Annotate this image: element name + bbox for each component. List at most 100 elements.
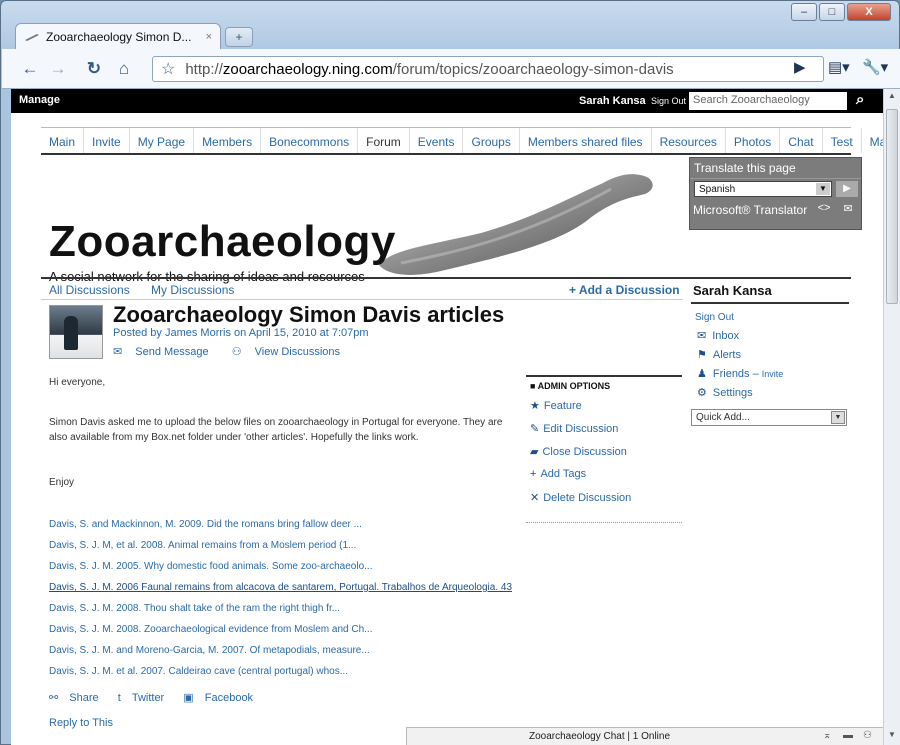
article-links: Davis, S. and Mackinnon, M. 2009. Did th… <box>49 517 512 685</box>
twitter-link[interactable]: t Twitter <box>118 692 173 704</box>
embed-code-icon[interactable]: <> <box>814 202 834 218</box>
site-title[interactable]: Zooarchaeology <box>49 217 396 267</box>
home-icon[interactable]: ⌂ <box>112 58 136 80</box>
share-link[interactable]: ⚯ Share <box>49 692 107 704</box>
browser-tab[interactable]: Zooarchaeology Simon D... × <box>15 23 221 49</box>
nav-invite[interactable]: Invite <box>84 128 130 153</box>
vertical-scrollbar[interactable]: ▲ ▼ <box>883 89 900 745</box>
delete-discussion-link[interactable]: ✕ Delete Discussion <box>530 491 678 514</box>
back-arrow-icon[interactable]: ← <box>18 58 42 80</box>
quick-add-value: Quick Add... <box>696 412 750 423</box>
reply-link[interactable]: Reply to This <box>49 717 113 729</box>
sign-out-link[interactable]: Sign Out <box>651 96 686 106</box>
article-link[interactable]: Davis, S. and Mackinnon, M. 2009. Did th… <box>49 517 512 538</box>
scrollbar-thumb[interactable] <box>886 109 898 304</box>
binoculars-icon: ⚇ <box>231 346 245 358</box>
article-link[interactable]: Davis, S. J. M, et al. 2008. Animal rema… <box>49 538 512 559</box>
bookmark-star-icon[interactable]: ☆ <box>161 59 175 79</box>
chat-window-icon[interactable]: ▬ <box>843 730 853 741</box>
quick-add-select[interactable]: Quick Add... ▼ <box>691 409 847 426</box>
chat-users-icon[interactable]: ⚇ <box>863 730 872 741</box>
minimize-chat-icon[interactable]: ⌅ <box>823 730 831 741</box>
site-search-input[interactable]: Search Zooarchaeology <box>689 92 847 110</box>
article-link[interactable]: Davis, S. J. M. 2006 Faunal remains from… <box>49 580 512 601</box>
add-tags-link[interactable]: + Add Tags <box>530 468 678 491</box>
sidebar-sign-out[interactable]: Sign Out <box>695 312 849 323</box>
nav-main[interactable]: Main <box>41 128 85 153</box>
facebook-link[interactable]: ▣ Facebook <box>183 692 261 704</box>
author-avatar[interactable] <box>49 305 103 359</box>
nav-bonecommons[interactable]: Bonecommons <box>261 128 359 153</box>
translate-go-icon[interactable]: ▶ <box>836 181 858 197</box>
article-link[interactable]: Davis, S. J. M. and Moreno-Garcia, M. 20… <box>49 643 512 664</box>
page-menu-icon[interactable]: ▤▾ <box>828 58 850 76</box>
add-discussion-link[interactable]: + Add a Discussion <box>569 283 680 297</box>
manage-link[interactable]: Manage <box>19 94 60 106</box>
bone-favicon-icon <box>25 33 39 41</box>
article-link[interactable]: Davis, S. J. M. et al. 2007. Caldeirao c… <box>49 664 512 685</box>
tab-close-icon[interactable]: × <box>206 31 212 43</box>
chat-status[interactable]: Zooarchaeology Chat | 1 Online <box>529 731 670 742</box>
flag-icon: ⚑ <box>697 349 707 361</box>
scroll-up-arrow-icon[interactable]: ▲ <box>884 91 900 105</box>
send-message-label: Send Message <box>135 346 209 358</box>
sidebar-invite[interactable]: Invite <box>762 369 784 379</box>
language-value: Spanish <box>699 184 736 195</box>
translate-widget: Translate this page Spanish ▼ ▶ Microsof… <box>689 157 862 230</box>
nav-members[interactable]: Members <box>194 128 262 153</box>
article-link[interactable]: Davis, S. J. M. 2008. Zooarchaeological … <box>49 622 512 643</box>
reload-icon[interactable]: ↻ <box>82 58 106 80</box>
nav-manage[interactable]: Manage <box>862 128 883 153</box>
nav-resources[interactable]: Resources <box>652 128 726 153</box>
nav-forum[interactable]: Forum <box>358 128 410 153</box>
facebook-icon: ▣ <box>183 692 197 704</box>
nav-photos[interactable]: Photos <box>726 128 781 153</box>
minimize-button[interactable]: – <box>791 3 817 21</box>
email-icon[interactable]: ✉ <box>838 202 858 218</box>
browser-window: – □ X Zooarchaeology Simon D... × + ← → … <box>0 0 900 745</box>
nav-chat[interactable]: Chat <box>780 128 823 153</box>
chat-bar[interactable]: Zooarchaeology Chat | 1 Online ⌅ ▬ ⚇ <box>406 727 883 745</box>
nav-my-page[interactable]: My Page <box>130 128 195 153</box>
send-message-link[interactable]: ✉ Send Message <box>113 346 219 358</box>
x-icon: ✕ <box>530 492 540 504</box>
view-discussions-link[interactable]: ⚇ View Discussions <box>232 346 350 358</box>
sidebar-user-name[interactable]: Sarah Kansa <box>691 279 849 304</box>
nav-events[interactable]: Events <box>410 128 464 153</box>
language-select[interactable]: Spanish ▼ <box>694 181 832 197</box>
article-link[interactable]: Davis, S. J. M. 2008. Thou shalt take of… <box>49 601 512 622</box>
nav-members-shared-files[interactable]: Members shared files <box>520 128 652 153</box>
share-row: ⚯ Share t Twitter ▣ Facebook <box>49 691 269 704</box>
nav-groups[interactable]: Groups <box>463 128 520 153</box>
close-discussion-link[interactable]: ▰ Close Discussion <box>530 445 678 468</box>
pencil-icon: ✎ <box>530 423 540 435</box>
sidebar-settings[interactable]: ⚙ Settings <box>691 386 849 405</box>
maximize-button[interactable]: □ <box>819 3 845 21</box>
nav-test[interactable]: Test <box>823 128 862 153</box>
star-icon: ★ <box>530 400 540 412</box>
sidebar-alerts[interactable]: ⚑ Alerts <box>691 348 849 367</box>
share-icon: ⚯ <box>49 692 62 704</box>
all-discussions-link[interactable]: All Discussions <box>49 283 130 297</box>
edit-discussion-link[interactable]: ✎ Edit Discussion <box>530 422 678 445</box>
chevron-down-icon[interactable]: ▼ <box>816 183 830 195</box>
address-bar[interactable]: ☆ http://zooarchaeology.ning.com/forum/t… <box>152 56 824 82</box>
user-name-link[interactable]: Sarah Kansa <box>579 95 646 107</box>
my-discussions-link[interactable]: My Discussions <box>151 283 234 297</box>
new-tab-button[interactable]: + <box>225 27 253 47</box>
feature-link[interactable]: ★ Feature <box>530 399 678 422</box>
close-window-button[interactable]: X <box>847 3 891 21</box>
search-icon[interactable]: ⌕ <box>856 91 864 108</box>
forward-arrow-icon[interactable]: → <box>46 58 70 80</box>
sidebar-friends[interactable]: ♟ Friends – Invite <box>691 367 849 386</box>
chevron-down-icon[interactable]: ▼ <box>831 411 845 424</box>
go-arrow-icon[interactable]: ▶ <box>794 58 806 76</box>
main-navigation: Main Invite My Page Members Bonecommons … <box>41 127 883 155</box>
posted-by[interactable]: Posted by James Morris on April 15, 2010… <box>113 327 369 339</box>
gear-icon: ⚙ <box>697 387 707 399</box>
wrench-menu-icon[interactable]: 🔧▾ <box>862 58 888 76</box>
translator-brand: Microsoft® Translator <box>693 203 808 217</box>
sidebar-inbox[interactable]: ✉ Inbox <box>691 329 849 348</box>
scroll-down-arrow-icon[interactable]: ▼ <box>884 730 900 744</box>
article-link[interactable]: Davis, S. J. M. 2005. Why domestic food … <box>49 559 512 580</box>
